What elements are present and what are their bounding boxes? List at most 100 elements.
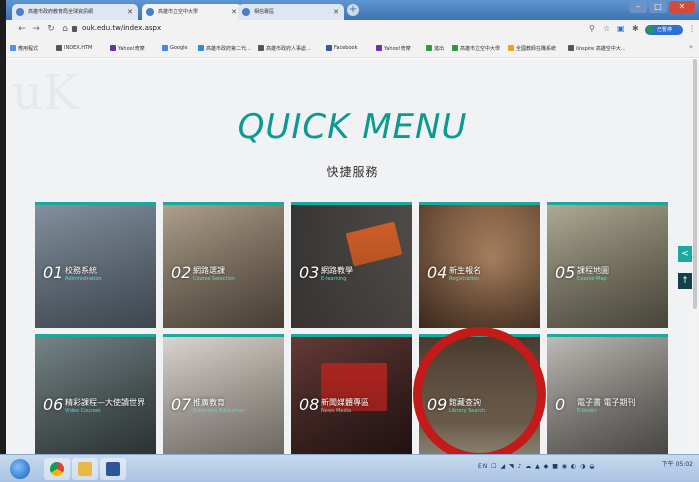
- card-label: 精彩課程—大使讀世界: [65, 398, 145, 407]
- quick-link-card[interactable]: 07 推廣教育 Extension Education: [163, 334, 284, 454]
- word-icon: [106, 462, 120, 476]
- star-icon[interactable]: ☆: [603, 24, 610, 33]
- tab-edu-bureau[interactable]: 高雄市政府教育局全球資訊網 ✕: [12, 4, 138, 20]
- reload-icon[interactable]: ↻: [45, 23, 57, 35]
- extension-icon[interactable]: ▣: [617, 24, 625, 33]
- minimize-button[interactable]: –: [629, 1, 647, 13]
- extensions-puzzle-icon[interactable]: ✱: [632, 24, 639, 33]
- quick-link-card[interactable]: 0 電子書 電子期刊 E-books: [547, 334, 668, 454]
- close-tab-icon[interactable]: ✕: [333, 4, 339, 20]
- yahoo-icon: [110, 45, 116, 51]
- card-label: 新聞媒體專區: [321, 398, 369, 407]
- screen: 高雄市政府教育局全球資訊網 ✕ 高雄市立空中大學 ✕ 相信專區 ✕ + – □ …: [0, 0, 699, 482]
- bookmark-teacher-system[interactable]: 全國教師在職系統: [508, 45, 556, 52]
- tab-third[interactable]: 相信專區 ✕: [238, 4, 344, 20]
- card-subtitle: News Media: [321, 408, 352, 414]
- quick-link-card[interactable]: 05 課程地圖 Course Map: [547, 202, 668, 328]
- taskbar-explorer[interactable]: [72, 458, 98, 480]
- bookmark-yahoo[interactable]: Yahoo!奇摩: [110, 45, 145, 52]
- quick-link-card[interactable]: 04 新生報名 Registration: [419, 202, 540, 328]
- bookmark-label: 進出: [434, 46, 445, 52]
- more-bookmarks-icon[interactable]: »: [689, 43, 693, 51]
- bookmark-iinspire[interactable]: iInspire 高雄空中大...: [568, 45, 626, 52]
- card-subtitle: Video Courses: [65, 408, 101, 414]
- card-subtitle: Course Selection: [193, 276, 236, 282]
- highlight-circle: [413, 327, 546, 462]
- bookmark-label: 高雄市政府人事處...: [266, 46, 311, 52]
- bookmark-label: Google: [170, 45, 188, 51]
- globe-icon: [258, 45, 264, 51]
- card-number: 05: [555, 263, 576, 282]
- window-controls: – □ ✕: [627, 1, 695, 13]
- taskbar-chrome[interactable]: [44, 458, 70, 480]
- start-button[interactable]: [10, 459, 30, 479]
- card-subtitle: E-books: [577, 408, 597, 414]
- card-label: 電子書 電子期刊: [577, 398, 636, 407]
- card-subtitle: Registration: [449, 276, 480, 282]
- tab-ouk[interactable]: 高雄市立空中大學 ✕: [142, 4, 242, 20]
- bookmarks-bar: 應用程式 INDEX.HTM Yahoo!奇摩 Google 高雄市政府第二代.…: [6, 40, 699, 58]
- page-title: QUICK MENU: [237, 107, 468, 147]
- bookmark-index[interactable]: INDEX.HTM: [56, 45, 92, 51]
- card-number: 06: [43, 395, 64, 414]
- card-number: 01: [43, 263, 64, 282]
- google-icon: [162, 45, 168, 51]
- tab-label: 高雄市立空中大學: [158, 9, 199, 15]
- scrollbar-thumb[interactable]: [693, 59, 697, 309]
- bookmark-kh-gov[interactable]: 高雄市政府第二代...: [198, 45, 251, 52]
- forward-arrow-icon[interactable]: →: [30, 23, 42, 35]
- bookmark-facebook[interactable]: Facebook: [326, 45, 358, 51]
- card-label: 新生報名: [449, 266, 481, 275]
- kh-gov-icon: [198, 45, 204, 51]
- quick-link-card[interactable]: 08 新聞媒體專區 News Media: [291, 334, 412, 454]
- new-tab-button[interactable]: +: [347, 4, 359, 16]
- bookmark-label: iInspire 高雄空中大...: [576, 46, 626, 52]
- bookmark-apps[interactable]: 應用程式: [10, 45, 38, 52]
- card-label: 推廣教育: [193, 398, 225, 407]
- bookmark-label: 全國教師在職系統: [516, 46, 557, 52]
- card-number: 02: [171, 263, 192, 282]
- address-bar[interactable]: ouk.edu.tw/index.aspx: [82, 24, 161, 32]
- bookmark-label: 高雄市立空中大學: [460, 46, 501, 52]
- maximize-button[interactable]: □: [649, 1, 667, 13]
- tab-label: 高雄市政府教育局全球資訊網: [28, 9, 94, 15]
- quick-link-card[interactable]: 01 校務系統 Administration: [35, 202, 156, 328]
- card-label: 網路教學: [321, 266, 353, 275]
- system-tray[interactable]: EN ☐ ◢ ◥ ♪ ☁ ▲ ◆ ■ ◉ ◐ ◑ ◒: [478, 463, 595, 470]
- quick-link-card[interactable]: 03 網路教學 E-learning: [291, 202, 412, 328]
- scroll-top-button[interactable]: ↑: [678, 273, 692, 289]
- bookmark-google[interactable]: Google: [162, 45, 188, 51]
- close-tab-icon[interactable]: ✕: [231, 4, 237, 20]
- search-icon[interactable]: ⚲: [589, 24, 595, 33]
- globe-icon: [452, 45, 458, 51]
- card-number: 04: [427, 263, 448, 282]
- home-icon[interactable]: ⌂: [59, 23, 71, 35]
- taskbar-word[interactable]: [100, 458, 126, 480]
- quick-link-card[interactable]: 02 網路選課 Course Selection: [163, 202, 284, 328]
- site-favicon-icon: [16, 8, 24, 16]
- card-number: 08: [299, 395, 320, 414]
- bookmark-label: 高雄市政府第二代...: [206, 46, 251, 52]
- page-subtitle: 快捷服務: [326, 165, 379, 179]
- clock[interactable]: 下午 05:02: [662, 461, 693, 469]
- profile-button[interactable]: 已暫停: [645, 25, 683, 35]
- page-scrollbar[interactable]: [692, 59, 698, 454]
- bookmark-ouk[interactable]: 高雄市立空中大學: [452, 45, 500, 52]
- chrome-icon: [50, 462, 64, 476]
- card-label: 網路選課: [193, 266, 225, 275]
- globe-icon: [426, 45, 432, 51]
- close-window-button[interactable]: ✕: [669, 1, 695, 13]
- card-subtitle: E-learning: [321, 276, 347, 282]
- bookmark-yahoo-2[interactable]: Yahoo!奇摩: [376, 45, 411, 52]
- bookmark-kh-personnel[interactable]: 高雄市政府人事處...: [258, 45, 311, 52]
- globe-icon: [56, 45, 62, 51]
- close-tab-icon[interactable]: ✕: [127, 4, 133, 20]
- card-subtitle: Course Map: [577, 276, 607, 282]
- menu-kebab-icon[interactable]: ⋮: [688, 24, 696, 33]
- quick-link-card[interactable]: 06 精彩課程—大使讀世界 Video Courses: [35, 334, 156, 454]
- star-icon: [508, 45, 514, 51]
- card-label: 校務系統: [65, 266, 97, 275]
- back-arrow-icon[interactable]: ←: [16, 23, 28, 35]
- bookmark-entry[interactable]: 進出: [426, 45, 444, 52]
- share-button[interactable]: <: [678, 246, 692, 262]
